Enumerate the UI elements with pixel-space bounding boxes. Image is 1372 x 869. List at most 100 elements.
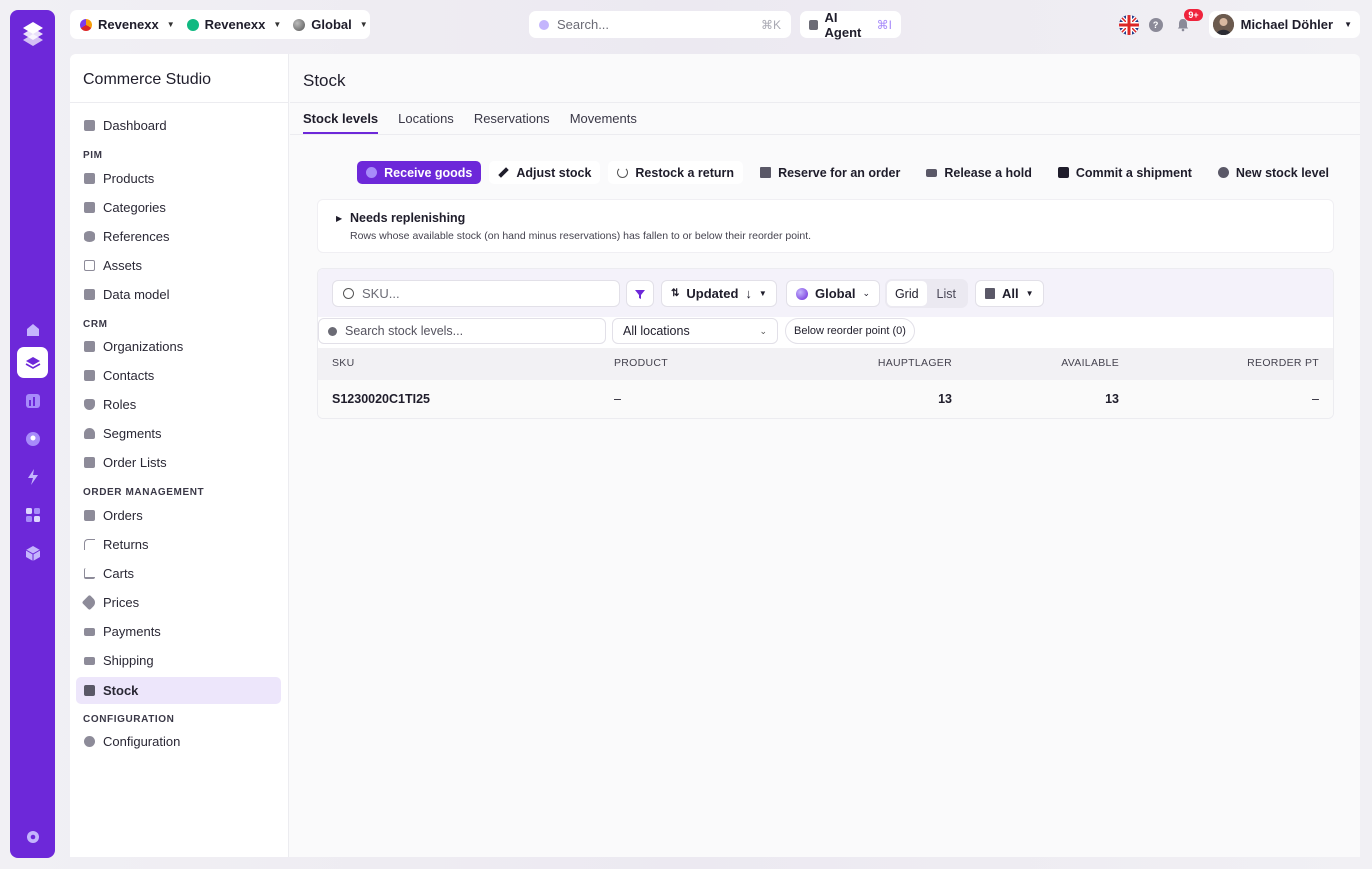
sidebar-item-shipping[interactable]: Shipping <box>76 647 281 674</box>
global-search[interactable]: Search... ⌘K <box>529 11 791 38</box>
needs-replenishing-panel[interactable]: ▶ Needs replenishing Rows whose availabl… <box>317 199 1334 253</box>
help-icon[interactable]: ? <box>1148 17 1163 32</box>
sidebar-item-organizations[interactable]: Organizations <box>76 333 281 360</box>
sidebar-item-references[interactable]: References <box>76 223 281 250</box>
ai-agent-button[interactable]: AI Agent ⌘I <box>800 10 901 40</box>
app-logo-icon[interactable] <box>19 20 47 48</box>
user-menu[interactable]: Michael Döhler ▼ <box>1208 11 1360 38</box>
tab-locations[interactable]: Locations <box>398 102 454 134</box>
sidebar-item-categories[interactable]: Categories <box>76 194 281 221</box>
column-header-product[interactable]: PRODUCT <box>614 357 668 369</box>
sidebar-item-label: Prices <box>103 595 140 610</box>
database-icon <box>84 231 95 242</box>
new-stock-level-button[interactable]: New stock level <box>1209 161 1338 184</box>
sidebar-item-label: Dashboard <box>103 118 167 133</box>
column-header-available[interactable]: AVAILABLE <box>1061 357 1119 369</box>
receive-goods-button[interactable]: Receive goods <box>357 161 482 184</box>
cube-icon <box>84 341 95 352</box>
sidebar-item-label: References <box>103 229 170 244</box>
sort-button[interactable]: ⇅ Updated ↓ ▼ <box>661 280 777 307</box>
chevron-down-icon: ▼ <box>1025 289 1034 298</box>
cell-product: – <box>614 392 621 406</box>
bookmark-icon <box>985 288 995 299</box>
sku-search-input[interactable]: SKU... <box>332 280 620 307</box>
sidebar-item-orders[interactable]: Orders <box>76 502 281 529</box>
tab-movements[interactable]: Movements <box>570 102 637 134</box>
user-name: Michael Döhler <box>1240 17 1334 32</box>
column-header-reorder-pt[interactable]: REORDER PT <box>1247 357 1319 369</box>
tag-icon <box>81 594 98 611</box>
sidebar-item-payments[interactable]: Payments <box>76 618 281 645</box>
lightning-icon[interactable] <box>17 461 48 492</box>
view-list-option[interactable]: List <box>927 281 967 306</box>
type-filter-button[interactable]: All ▼ <box>975 280 1044 307</box>
sidebar-item-label: Orders <box>103 508 143 523</box>
ai-agent-shortcut: ⌘I <box>876 17 892 32</box>
scope-filter-button[interactable]: Global ⌄ <box>786 280 880 307</box>
cube-icon[interactable] <box>17 537 48 568</box>
sidebar-item-label: Contacts <box>103 368 155 383</box>
reserve-order-button[interactable]: Reserve for an order <box>751 161 909 184</box>
sidebar: Commerce Studio Dashboard PIM Products C… <box>70 54 289 857</box>
image-icon <box>84 260 95 271</box>
scope-switcher[interactable]: Global ▼ <box>287 10 373 39</box>
org-switcher[interactable]: Revenexx ▼ <box>74 10 181 39</box>
sidebar-item-contacts[interactable]: Contacts <box>76 362 281 389</box>
sidebar-item-label: Assets <box>103 258 143 273</box>
notifications-button[interactable]: 9+ <box>1173 8 1203 35</box>
adjust-stock-button[interactable]: Adjust stock <box>489 161 601 184</box>
sidebar-item-assets[interactable]: Assets <box>76 252 281 279</box>
filter-button[interactable] <box>626 280 654 307</box>
bookmark-icon <box>760 167 772 178</box>
sidebar-item-segments[interactable]: Segments <box>76 420 281 447</box>
tab-stock-levels[interactable]: Stock levels <box>303 102 379 134</box>
release-hold-button[interactable]: Release a hold <box>917 161 1041 184</box>
tab-reservations[interactable]: Reservations <box>474 102 550 134</box>
sidebar-item-products[interactable]: Products <box>76 165 281 192</box>
cell-available: 13 <box>1105 392 1119 406</box>
main-panel: Commerce Studio Dashboard PIM Products C… <box>70 54 1360 857</box>
settings-gear-icon[interactable] <box>17 821 48 852</box>
stock-grid: SKU... ⇅ Updated ↓ ▼ Global ⌄ Grid List … <box>317 268 1334 419</box>
sidebar-item-label: Shipping <box>103 653 154 668</box>
below-reorder-chip[interactable]: Below reorder point (0) <box>785 318 915 344</box>
search-placeholder: Search... <box>557 17 610 32</box>
action-label: Adjust stock <box>516 165 592 180</box>
column-header-sku[interactable]: SKU <box>332 357 355 369</box>
arrow-down-icon: ↓ <box>745 286 752 301</box>
location-icon[interactable] <box>17 423 48 454</box>
sidebar-item-order-lists[interactable]: Order Lists <box>76 449 281 476</box>
top-right-controls: ? 9+ Michael Döhler ▼ <box>1118 8 1360 38</box>
sidebar-item-roles[interactable]: Roles <box>76 391 281 418</box>
replenish-description: Rows whose available stock (on hand minu… <box>350 230 812 242</box>
sidebar-item-configuration[interactable]: Configuration <box>76 728 281 755</box>
replenish-title: Needs replenishing <box>350 211 466 225</box>
cell-reorder-pt: – <box>1312 392 1319 406</box>
cell-sku: S1230020C1TI25 <box>332 392 430 406</box>
sidebar-item-carts[interactable]: Carts <box>76 560 281 587</box>
uk-flag-icon[interactable] <box>1118 14 1139 35</box>
locations-select[interactable]: All locations ⌄ <box>612 318 778 344</box>
stock-levels-search[interactable]: Search stock levels... <box>318 318 606 344</box>
org-logo-icon <box>80 18 92 31</box>
sort-label: Updated <box>686 286 739 301</box>
sidebar-item-returns[interactable]: Returns <box>76 531 281 558</box>
sidebar-item-stock[interactable]: Stock <box>76 677 281 704</box>
org-name: Revenexx <box>98 17 159 32</box>
tenant-name: Revenexx <box>204 17 266 32</box>
commerce-studio-icon[interactable] <box>17 347 48 378</box>
table-row[interactable]: S1230020C1TI25 – 13 13 – <box>318 380 1333 418</box>
gear-icon <box>84 736 95 747</box>
restock-return-button[interactable]: Restock a return <box>608 161 744 184</box>
sidebar-item-data-model[interactable]: Data model <box>76 281 281 308</box>
analytics-icon[interactable] <box>17 385 48 416</box>
tenant-switcher[interactable]: Revenexx ▼ <box>181 10 288 39</box>
sidebar-item-dashboard[interactable]: Dashboard <box>76 112 281 139</box>
sidebar-item-prices[interactable]: Prices <box>76 589 281 616</box>
commit-shipment-button[interactable]: Commit a shipment <box>1049 161 1201 184</box>
column-header-hauptlager[interactable]: HAUPTLAGER <box>878 357 952 369</box>
home-icon[interactable] <box>17 314 48 345</box>
view-grid-option[interactable]: Grid <box>887 281 927 306</box>
locations-select-value: All locations <box>623 324 690 338</box>
apps-icon[interactable] <box>17 499 48 530</box>
